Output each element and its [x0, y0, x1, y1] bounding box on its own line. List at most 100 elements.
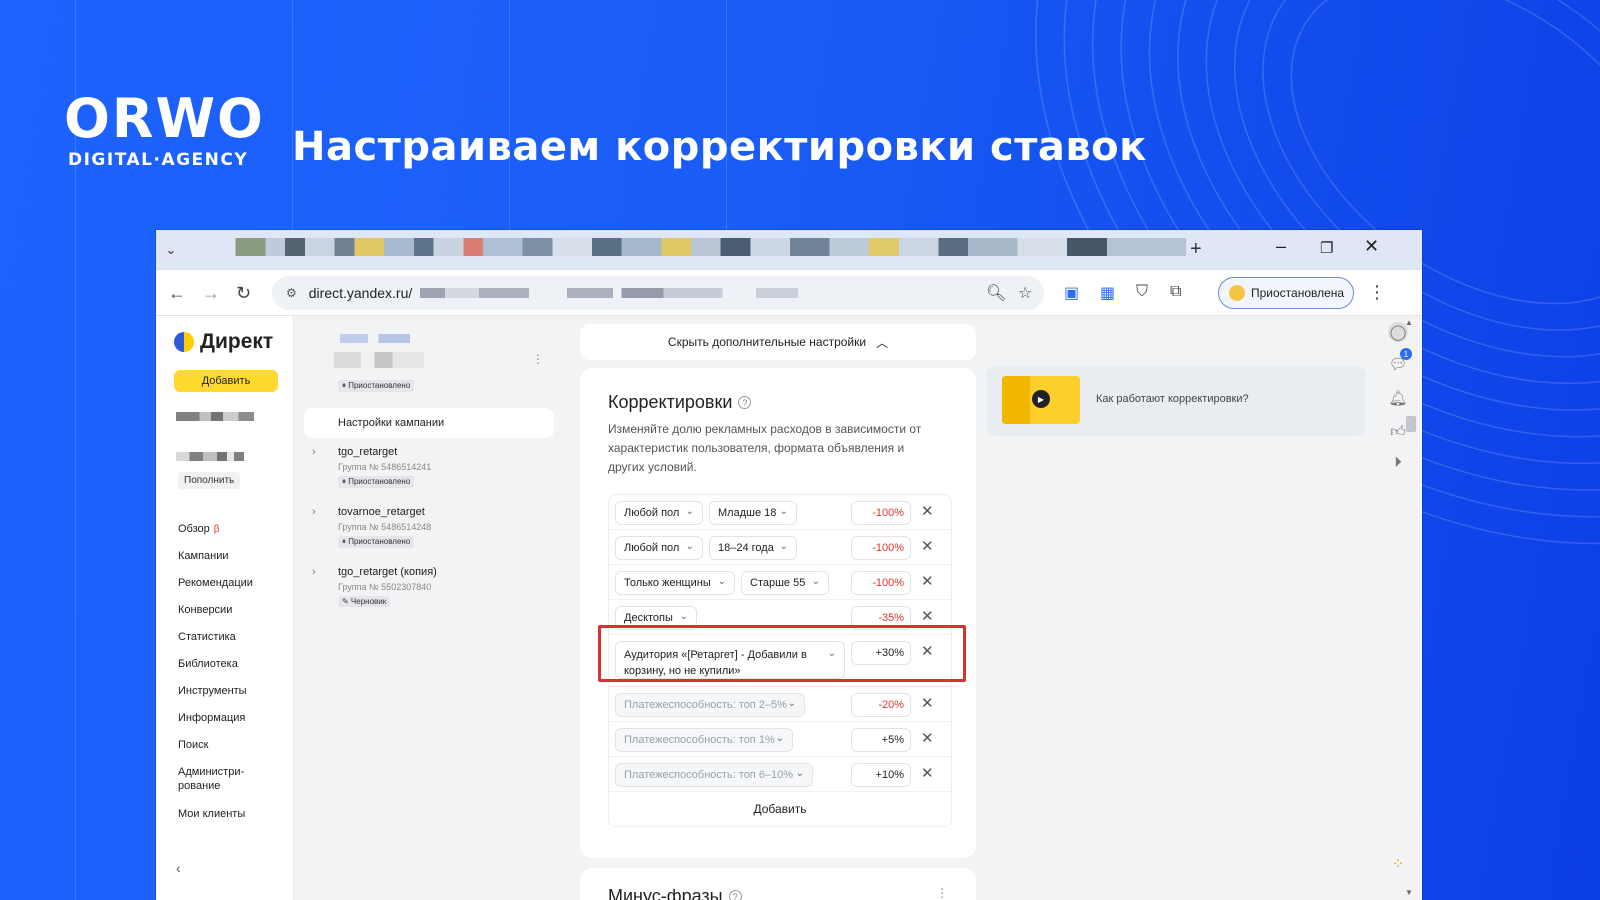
scroll-up-icon[interactable]: ▲ [1405, 318, 1413, 327]
adjustment-value-input[interactable]: -100% [851, 501, 911, 525]
minimize-icon[interactable]: – [1276, 236, 1286, 257]
adjustment-value-input[interactable]: +10% [851, 763, 911, 787]
site-settings-icon[interactable]: ⚙ [286, 286, 297, 300]
reload-icon[interactable]: ↻ [236, 283, 251, 304]
solvency-select[interactable]: Платежеспособность: топ 1% ⌄ [615, 728, 793, 752]
sidebar-item-conversions[interactable]: Конверсии [178, 603, 258, 630]
apps-icon[interactable]: ⁘ [1388, 854, 1408, 874]
chevron-down-icon: ⌄ [811, 576, 820, 587]
balance-blurred [176, 452, 244, 461]
sidebar-item-overview[interactable]: Обзор β [178, 522, 258, 549]
remove-adjustment-icon[interactable]: ✕ [921, 607, 934, 625]
age-select[interactable]: 18–24 года ⌄ [709, 536, 797, 560]
remove-adjustment-icon[interactable]: ✕ [921, 642, 934, 660]
device-select[interactable]: Десктопы ⌄ [615, 606, 697, 630]
negative-keywords-menu-icon[interactable]: ⋮ [936, 886, 948, 900]
video-thumbnail[interactable]: ▶ [1002, 376, 1080, 424]
chevron-down-icon: ⌄ [717, 576, 726, 587]
group-status-chip: ✎ Черновик [338, 596, 391, 607]
address-bar[interactable]: ⚙ direct.yandex.ru/ [272, 276, 1044, 310]
adjustment-value-input[interactable]: -20% [851, 693, 911, 717]
adjustment-value-input[interactable]: +5% [851, 728, 911, 752]
adjustments-title: Корректировки ? [608, 392, 752, 413]
remove-adjustment-icon[interactable]: ✕ [921, 694, 934, 712]
adjustment-value-input[interactable]: -100% [851, 571, 911, 595]
play-circle-icon[interactable]: ⏵ [1388, 452, 1408, 472]
zoom-icon[interactable]: 🔍︎ [986, 283, 1006, 303]
gender-select[interactable]: Только женщины ⌄ [615, 571, 735, 595]
help-video-card[interactable]: ▶ Как работают корректировки? [986, 366, 1366, 436]
chevron-down-icon: ⌄ [685, 541, 694, 552]
browser-menu-icon[interactable]: ⋮ [1368, 282, 1386, 303]
play-icon[interactable]: ▶ [1032, 390, 1050, 408]
sidebar-item-information[interactable]: Информация [178, 711, 258, 738]
calendar-extension-icon[interactable]: ▦ [1100, 283, 1115, 303]
chevron-down-icon: ⌄ [779, 541, 788, 552]
tab-search-icon[interactable]: ⌄ [156, 230, 186, 270]
restore-icon[interactable]: ❐ [1320, 239, 1333, 257]
sidebar-item-search[interactable]: Поиск [178, 738, 258, 765]
remove-adjustment-icon[interactable]: ✕ [921, 537, 934, 555]
adjustments-card: Корректировки ? Изменяйте долю рекламных… [580, 368, 976, 858]
adjustment-row: Только женщины ⌄ Старше 55 ⌄ -100% ✕ [609, 565, 951, 600]
forward-icon[interactable]: → [202, 283, 220, 304]
new-tab-icon[interactable]: + [1190, 238, 1202, 261]
bell-icon[interactable]: 🔔︎ [1388, 388, 1408, 408]
adjustment-value-input[interactable]: +30% [851, 641, 911, 665]
chevron-right-icon[interactable]: › [312, 446, 316, 458]
remove-adjustment-icon[interactable]: ✕ [921, 729, 934, 747]
collapse-sidebar-icon[interactable]: ‹ [176, 860, 181, 876]
remove-adjustment-icon[interactable]: ✕ [921, 764, 934, 782]
adjustment-value-input[interactable]: -100% [851, 536, 911, 560]
extensions-puzzle-icon[interactable]: ⧉ [1170, 283, 1181, 301]
bookmark-star-icon[interactable]: ☆ [1018, 283, 1032, 303]
gender-select[interactable]: Любой пол ⌄ [615, 501, 703, 525]
thumbs-up-icon[interactable]: 👍︎ [1388, 422, 1408, 442]
solvency-select[interactable]: Платежеспособность: топ 6–10% ⌄ [615, 763, 813, 787]
add-adjustment-button[interactable]: Добавить [609, 792, 951, 826]
sidebar-item-statistics[interactable]: Статистика [178, 630, 258, 657]
profile-status-label: Приостановлена [1251, 286, 1345, 300]
help-icon[interactable]: ? [738, 396, 752, 409]
age-select[interactable]: Старше 55 ⌄ [741, 571, 829, 595]
audience-select[interactable]: Аудитория «[Ретаргет] - Добавили в корзи… [615, 641, 845, 679]
tab-bar: ⌄ + – ❐ ✕ [156, 230, 1422, 270]
translate-icon[interactable]: ▣ [1064, 283, 1079, 303]
tab-strip-blurred[interactable] [196, 238, 1186, 256]
hide-advanced-settings-label: Скрыть дополнительные настройки [667, 335, 867, 349]
direct-logo-icon [174, 332, 194, 352]
sidebar-item-library[interactable]: Библиотека [178, 657, 258, 684]
age-select[interactable]: Младше 18 ⌄ [709, 501, 797, 525]
scroll-down-icon[interactable]: ▼ [1405, 888, 1413, 897]
help-video-label: Как работают корректировки? [1096, 393, 1249, 405]
back-icon[interactable]: ← [168, 283, 186, 304]
chevron-down-icon: ⌄ [787, 698, 796, 709]
adjustment-value-input[interactable]: -35% [851, 606, 911, 630]
profile-status-button[interactable]: Приостановлена [1218, 277, 1354, 309]
sidebar-item-my-clients[interactable]: Мои клиенты [178, 807, 258, 834]
shield-extension-icon[interactable]: ⛉ [1136, 283, 1148, 301]
sidebar-item-tools[interactable]: Инструменты [178, 684, 258, 711]
close-window-icon[interactable]: ✕ [1364, 236, 1379, 257]
solvency-select[interactable]: Платежеспособность: топ 2–5% ⌄ [615, 693, 805, 717]
remove-adjustment-icon[interactable]: ✕ [921, 502, 934, 520]
chevron-right-icon[interactable]: › [312, 566, 316, 578]
hide-advanced-settings-button[interactable]: Скрыть дополнительные настройки ︿ [580, 324, 976, 360]
chevron-right-icon[interactable]: › [312, 506, 316, 518]
direct-logo[interactable]: Директ [174, 330, 273, 354]
sidebar-item-campaigns[interactable]: Кампании [178, 549, 258, 576]
gender-select[interactable]: Любой пол ⌄ [615, 536, 703, 560]
chevron-down-icon: ⌄ [779, 506, 788, 517]
scrollbar-thumb[interactable] [1406, 416, 1416, 432]
add-button[interactable]: Добавить [174, 370, 278, 392]
group-number: Группа № 5502307840 [338, 582, 432, 592]
sidebar-item-administration[interactable]: Администри-рование [178, 765, 258, 807]
sidebar-item-recommendations[interactable]: Рекомендации [178, 576, 258, 603]
help-icon[interactable]: ? [728, 890, 742, 900]
topup-button[interactable]: Пополнить [178, 472, 241, 489]
logo-tagline: DIGITAL·AGENCY [68, 150, 249, 170]
adjustments-table: Любой пол ⌄ Младше 18 ⌄ -100% ✕ Любой пол ⌄… [608, 494, 952, 827]
remove-adjustment-icon[interactable]: ✕ [921, 572, 934, 590]
campaign-settings-item[interactable]: Настройки кампании [304, 408, 554, 438]
campaign-menu-icon[interactable]: ⋮ [532, 352, 544, 366]
